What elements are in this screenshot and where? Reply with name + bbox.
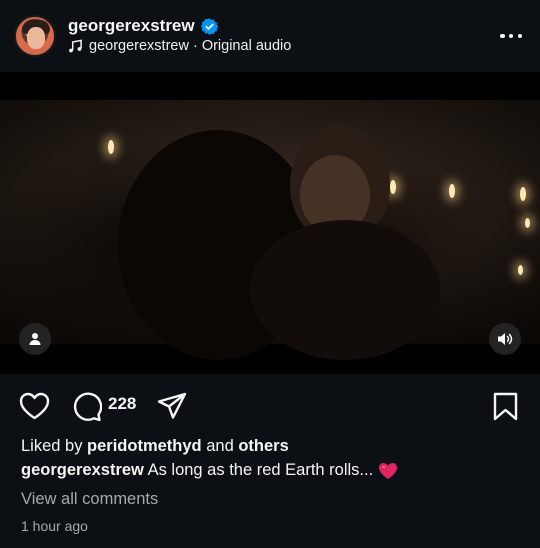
view-all-comments-link[interactable]: View all comments (21, 490, 158, 509)
music-note-icon (69, 39, 82, 52)
comment-icon[interactable] (72, 392, 102, 422)
tagged-users-button[interactable] (19, 323, 51, 355)
post-timestamp: 1 hour ago (21, 518, 88, 534)
audio-link[interactable]: georgerexstrew · Original audio (68, 38, 291, 54)
like-heart-icon[interactable] (19, 392, 50, 420)
liked-by-others-link[interactable]: others (238, 437, 288, 455)
avatar[interactable] (14, 15, 56, 57)
caption-username-link[interactable]: georgerexstrew (21, 461, 144, 479)
caption-text: As long as the red Earth rolls... (143, 461, 374, 479)
verified-badge-icon (200, 17, 218, 35)
more-options-icon[interactable] (500, 26, 522, 46)
liked-by-text: Liked by peridotmethyd and others (21, 437, 289, 455)
person-icon (29, 333, 41, 345)
username-link[interactable]: georgerexstrew (68, 16, 195, 36)
username-row: georgerexstrew (68, 16, 218, 36)
heart-emoji-icon (379, 462, 398, 479)
audio-label: georgerexstrew · Original audio (89, 38, 292, 54)
video-player[interactable] (0, 72, 540, 374)
share-send-icon[interactable] (157, 392, 187, 420)
liked-by-user-link[interactable]: peridotmethyd (87, 437, 202, 455)
post-header: georgerexstrew georgerexstrew · Original… (0, 0, 540, 72)
mute-toggle-button[interactable] (489, 323, 521, 355)
action-bar: 228 (0, 374, 540, 436)
comment-count: 228 (108, 394, 137, 413)
video-frame (0, 100, 540, 360)
speaker-icon (498, 333, 513, 345)
post-caption: georgerexstrew As long as the red Earth … (21, 461, 398, 480)
save-bookmark-icon[interactable] (493, 392, 518, 421)
